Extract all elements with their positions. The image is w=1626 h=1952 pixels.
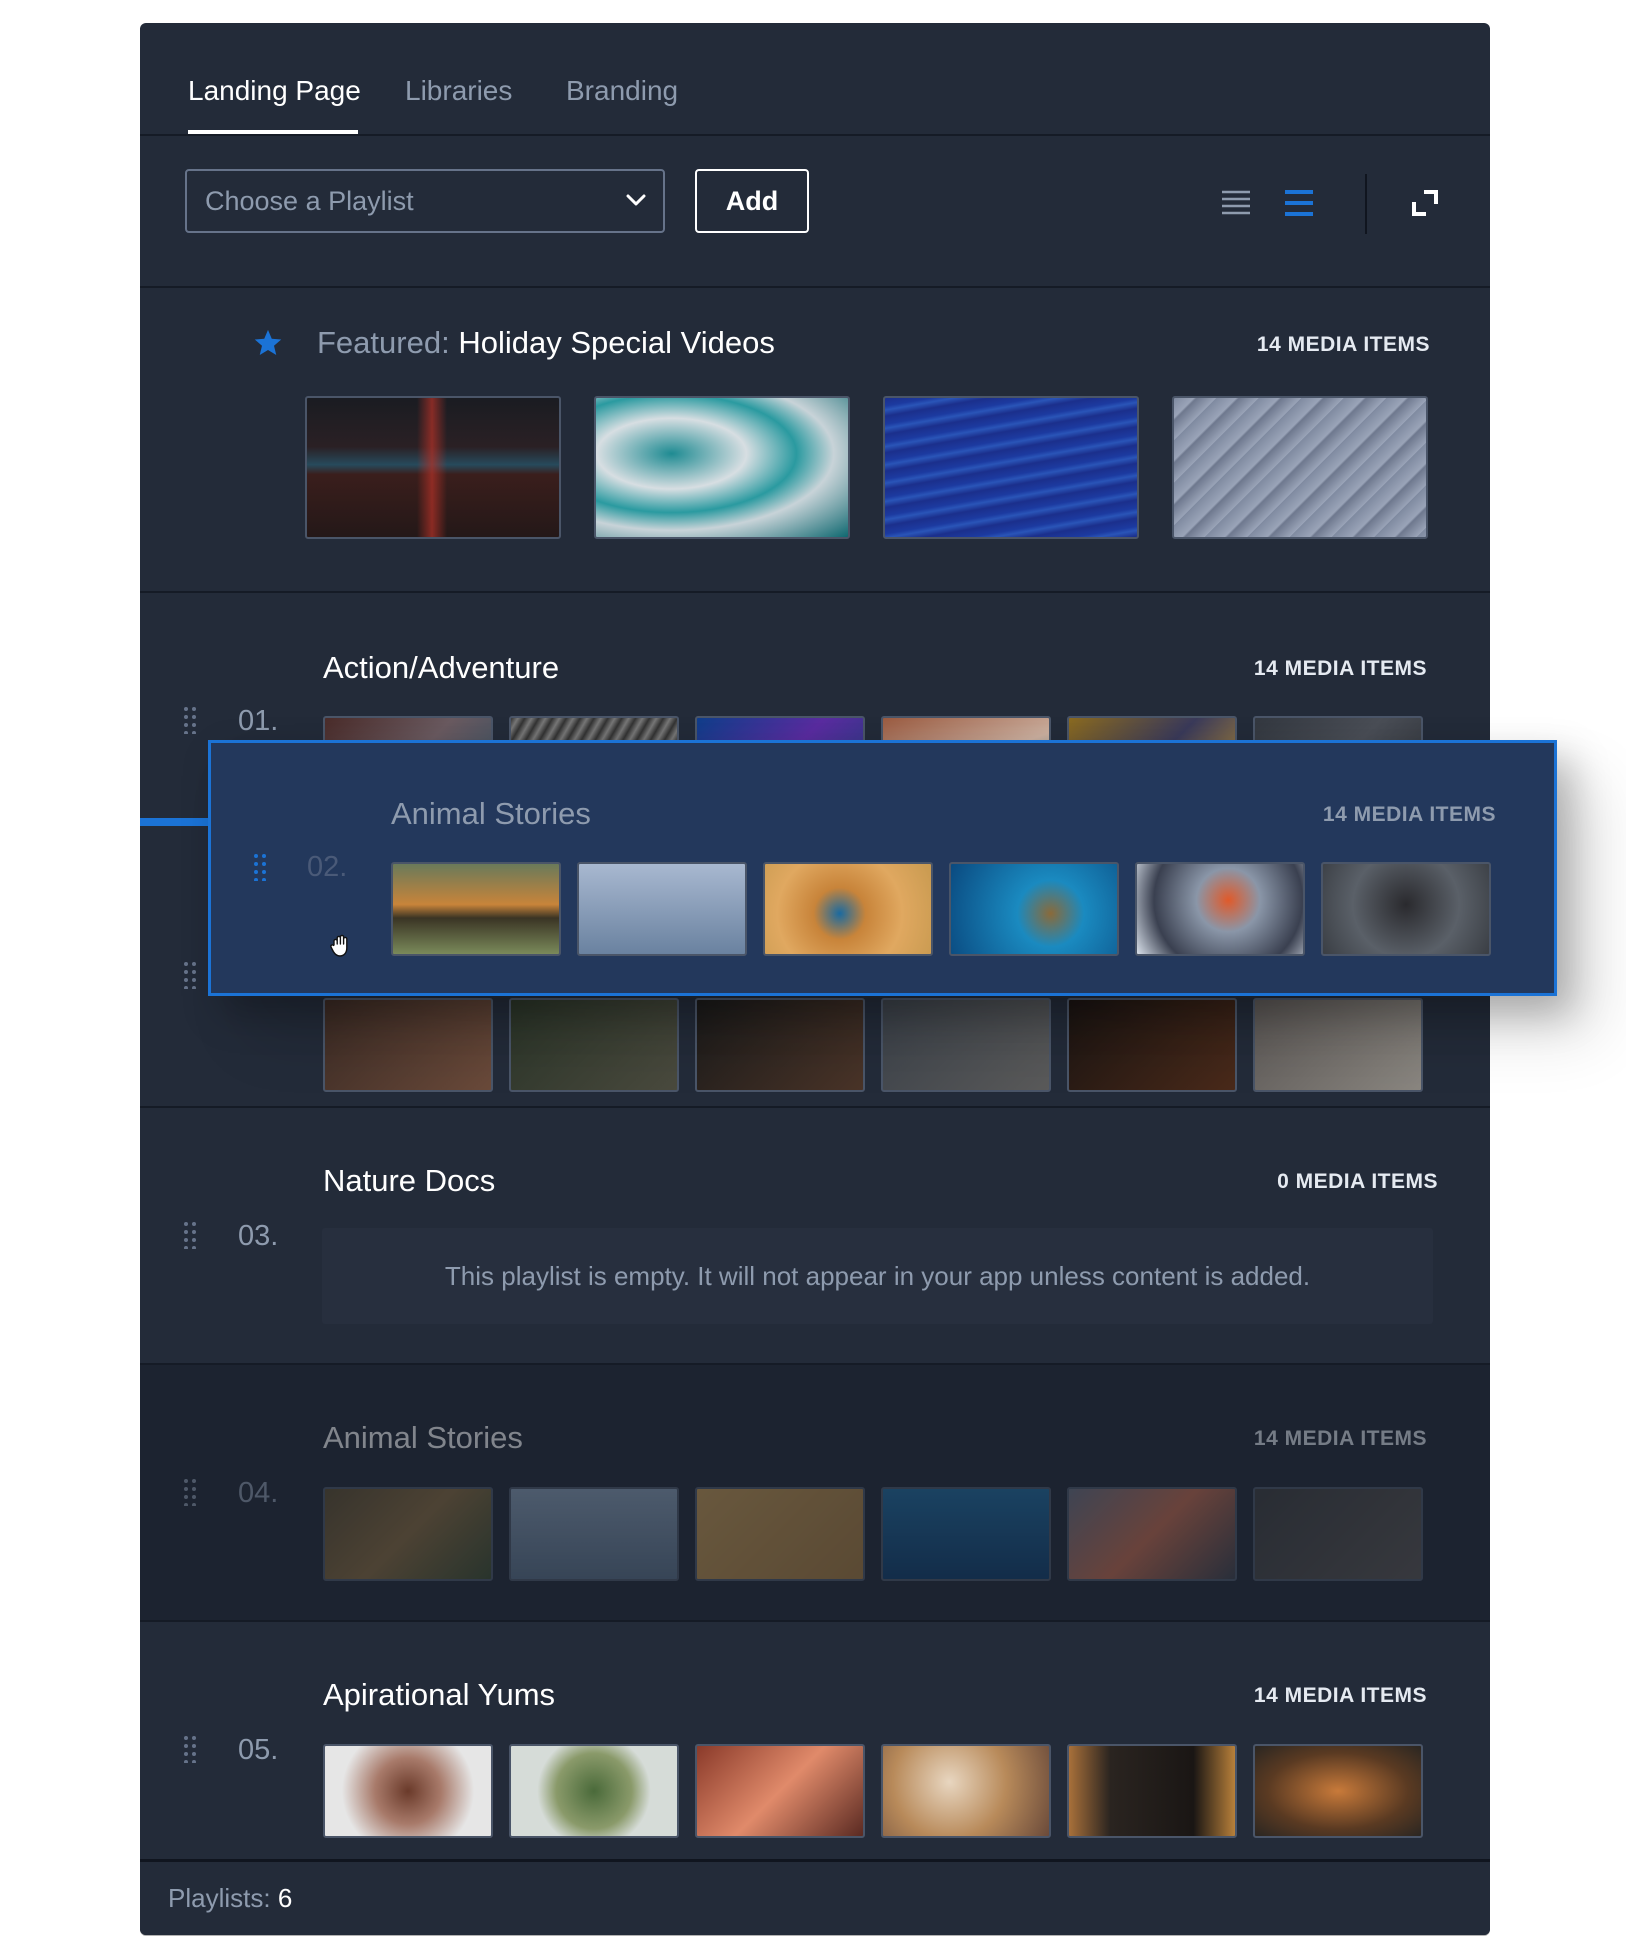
media-thumb[interactable]: [577, 862, 747, 956]
playlist-count: 14 MEDIA ITEMS: [1253, 1427, 1427, 1450]
featured-thumb-2[interactable]: [594, 396, 850, 539]
active-tab-indicator: [188, 130, 358, 134]
playlist-counter: Playlists: 6: [140, 1859, 1490, 1935]
playlist-number: 05.: [238, 1734, 279, 1766]
media-thumb[interactable]: [509, 1487, 679, 1581]
playlist-select[interactable]: Choose a Playlist: [185, 169, 665, 233]
featured-thumb-3[interactable]: [883, 396, 1139, 539]
playlist-count: 0 MEDIA ITEMS: [1277, 1170, 1438, 1193]
drag-handle-icon[interactable]: [183, 1735, 197, 1763]
playlist-title: Action/Adventure: [323, 650, 560, 685]
playlist-title: Animal Stories: [391, 796, 591, 831]
drag-handle-icon[interactable]: [183, 1221, 197, 1249]
media-thumb[interactable]: [695, 1744, 865, 1838]
featured-title: Featured: Holiday Special Videos: [317, 325, 775, 361]
media-thumb[interactable]: [1067, 1744, 1237, 1838]
tab-landing-page[interactable]: Landing Page: [188, 75, 361, 107]
media-thumb[interactable]: [1253, 998, 1423, 1092]
media-thumb[interactable]: [881, 1744, 1051, 1838]
media-thumb[interactable]: [509, 998, 679, 1092]
playlist-number: 04.: [238, 1477, 279, 1509]
featured-playlist-name: Holiday Special Videos: [458, 325, 775, 360]
media-thumb[interactable]: [1067, 1487, 1237, 1581]
list-compact-icon[interactable]: [1221, 188, 1251, 218]
playlist-row-4: 04. Animal Stories 14 MEDIA ITEMS: [140, 1365, 1490, 1622]
playlist-row-5: 05. Apirational Yums 14 MEDIA ITEMS: [140, 1622, 1490, 1859]
playlist-row-3: 03. Nature Docs 0 MEDIA ITEMS This playl…: [140, 1108, 1490, 1365]
drag-handle-icon[interactable]: [183, 1478, 197, 1506]
media-thumb[interactable]: [1253, 1744, 1423, 1838]
media-thumb[interactable]: [1067, 998, 1237, 1092]
featured-thumb-1[interactable]: [305, 396, 561, 539]
media-thumb[interactable]: [695, 1487, 865, 1581]
media-thumb[interactable]: [881, 998, 1051, 1092]
playlist-title: Apirational Yums: [323, 1677, 556, 1712]
playlist-number: 01.: [238, 705, 279, 737]
playlist-select-placeholder: Choose a Playlist: [205, 186, 414, 216]
media-thumb[interactable]: [323, 1744, 493, 1838]
featured-count: 14 MEDIA ITEMS: [1256, 333, 1430, 356]
playlist-count: 14 MEDIA ITEMS: [1253, 1684, 1427, 1707]
drag-handle-icon[interactable]: [183, 961, 197, 989]
media-thumb[interactable]: [1321, 862, 1491, 956]
playlist-count-label: Playlists:: [168, 1883, 271, 1913]
chevron-down-icon: [626, 194, 646, 206]
featured-section: Featured: Holiday Special Videos 14 MEDI…: [140, 288, 1490, 593]
media-thumb[interactable]: [391, 862, 561, 956]
playlist-title: Nature Docs: [323, 1163, 496, 1198]
media-thumb[interactable]: [509, 1744, 679, 1838]
media-thumb[interactable]: [1253, 1487, 1423, 1581]
playlist-number: 02.: [307, 851, 348, 883]
toolbar: Choose a Playlist Add: [140, 136, 1490, 288]
grab-cursor-icon: [330, 934, 348, 957]
media-thumb[interactable]: [949, 862, 1119, 956]
playlist-title: Animal Stories: [323, 1420, 523, 1455]
playlist-number: 03.: [238, 1220, 279, 1252]
expand-icon[interactable]: [1410, 188, 1440, 218]
toolbar-divider: [1365, 174, 1367, 234]
drag-handle-icon[interactable]: [183, 706, 197, 734]
media-thumb[interactable]: [695, 998, 865, 1092]
playlist-count: 14 MEDIA ITEMS: [1253, 657, 1427, 680]
media-thumb[interactable]: [323, 1487, 493, 1581]
playlist-count: 14 MEDIA ITEMS: [1322, 803, 1496, 826]
drag-handle-icon[interactable]: [253, 853, 267, 881]
tab-libraries[interactable]: Libraries: [405, 75, 512, 107]
media-thumb[interactable]: [881, 1487, 1051, 1581]
playlist-count-value: 6: [277, 1883, 293, 1913]
dragged-playlist-card[interactable]: 02. Animal Stories 14 MEDIA ITEMS: [208, 740, 1557, 996]
media-thumb[interactable]: [323, 998, 493, 1092]
featured-prefix: Featured:: [317, 325, 450, 360]
featured-thumb-4[interactable]: [1172, 396, 1428, 539]
media-thumb[interactable]: [1135, 862, 1305, 956]
drop-indicator: [140, 818, 210, 826]
media-thumb[interactable]: [763, 862, 933, 956]
star-icon: [254, 329, 282, 355]
list-expanded-icon[interactable]: [1284, 188, 1314, 218]
empty-playlist-message: This playlist is empty. It will not appe…: [322, 1228, 1433, 1324]
tab-branding[interactable]: Branding: [566, 75, 678, 107]
tab-bar: Landing Page Libraries Branding: [140, 23, 1490, 136]
add-button[interactable]: Add: [695, 169, 809, 233]
